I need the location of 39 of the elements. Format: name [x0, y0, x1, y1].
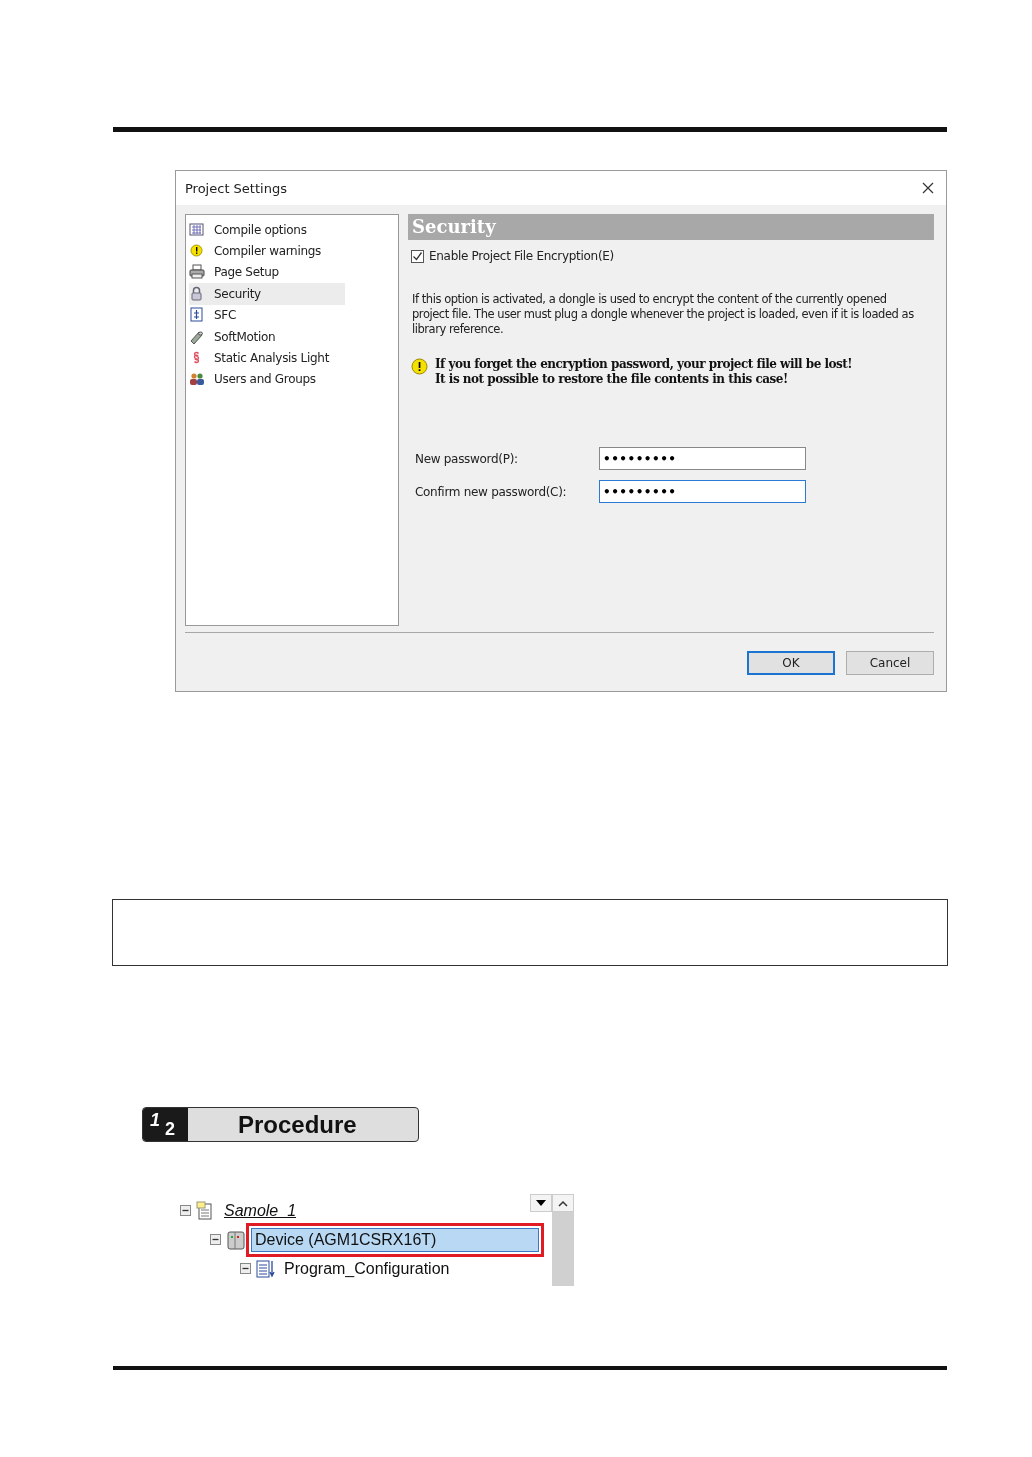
category-item[interactable]: SoftMotion — [189, 325, 345, 348]
procedure-title: Procedure — [238, 1110, 357, 1139]
warning-icon — [189, 243, 205, 260]
chevron-up-icon — [558, 1199, 568, 1207]
users-icon — [189, 371, 205, 388]
padlock-icon — [189, 285, 205, 302]
section-heading: Security — [408, 214, 934, 240]
category-item[interactable]: Page Setup — [189, 261, 345, 284]
cylinder-icon — [189, 328, 205, 345]
check-icon — [412, 250, 423, 262]
dropdown-button[interactable] — [530, 1194, 552, 1212]
close-icon — [922, 182, 934, 194]
category-item[interactable]: Compile options — [189, 219, 345, 241]
caret-icon — [536, 1200, 546, 1206]
category-item[interactable]: Security — [189, 283, 345, 305]
step-badge: 1 2 — [143, 1108, 188, 1141]
encryption-checkbox[interactable]: Enable Project File Encryption(E) — [411, 249, 934, 263]
ok-button[interactable]: OK — [747, 651, 835, 675]
warning-icon — [411, 358, 428, 375]
category-item[interactable]: Compiler warnings — [189, 240, 345, 262]
printer-icon — [189, 264, 205, 281]
password-field[interactable]: ••••••••• — [599, 480, 806, 503]
grid-icon — [189, 221, 205, 238]
field-label: Confirm new password(C): — [415, 484, 568, 499]
window-title: Project Settings — [185, 180, 287, 196]
category-item[interactable]: SFC — [189, 304, 345, 326]
tree-item[interactable]: Program_Configuration — [281, 1257, 453, 1280]
list-icon — [256, 1258, 276, 1279]
close-button[interactable] — [920, 180, 936, 196]
field-label: New password(P): — [415, 451, 519, 466]
category-item[interactable]: Users and Groups — [189, 368, 345, 391]
cancel-button[interactable]: Cancel — [846, 651, 934, 675]
description-text: If this option is activated, a dongle is used to encrypt the content of the currently opened project file. The user must plug a dongle whenever the project is loaded, even if it is loaded as library reference. — [412, 292, 915, 337]
device-icon — [226, 1229, 246, 1250]
password-field[interactable]: ••••••••• — [599, 447, 806, 470]
warning-message: If you forget the encryption password, your project file will be lost! It is not possible to restore the file contents in this case! — [435, 357, 853, 387]
tree-item[interactable]: Samole_1 — [221, 1199, 300, 1222]
category-item[interactable]: Static Analysis Light — [189, 347, 345, 369]
flowchart-icon — [189, 307, 205, 324]
